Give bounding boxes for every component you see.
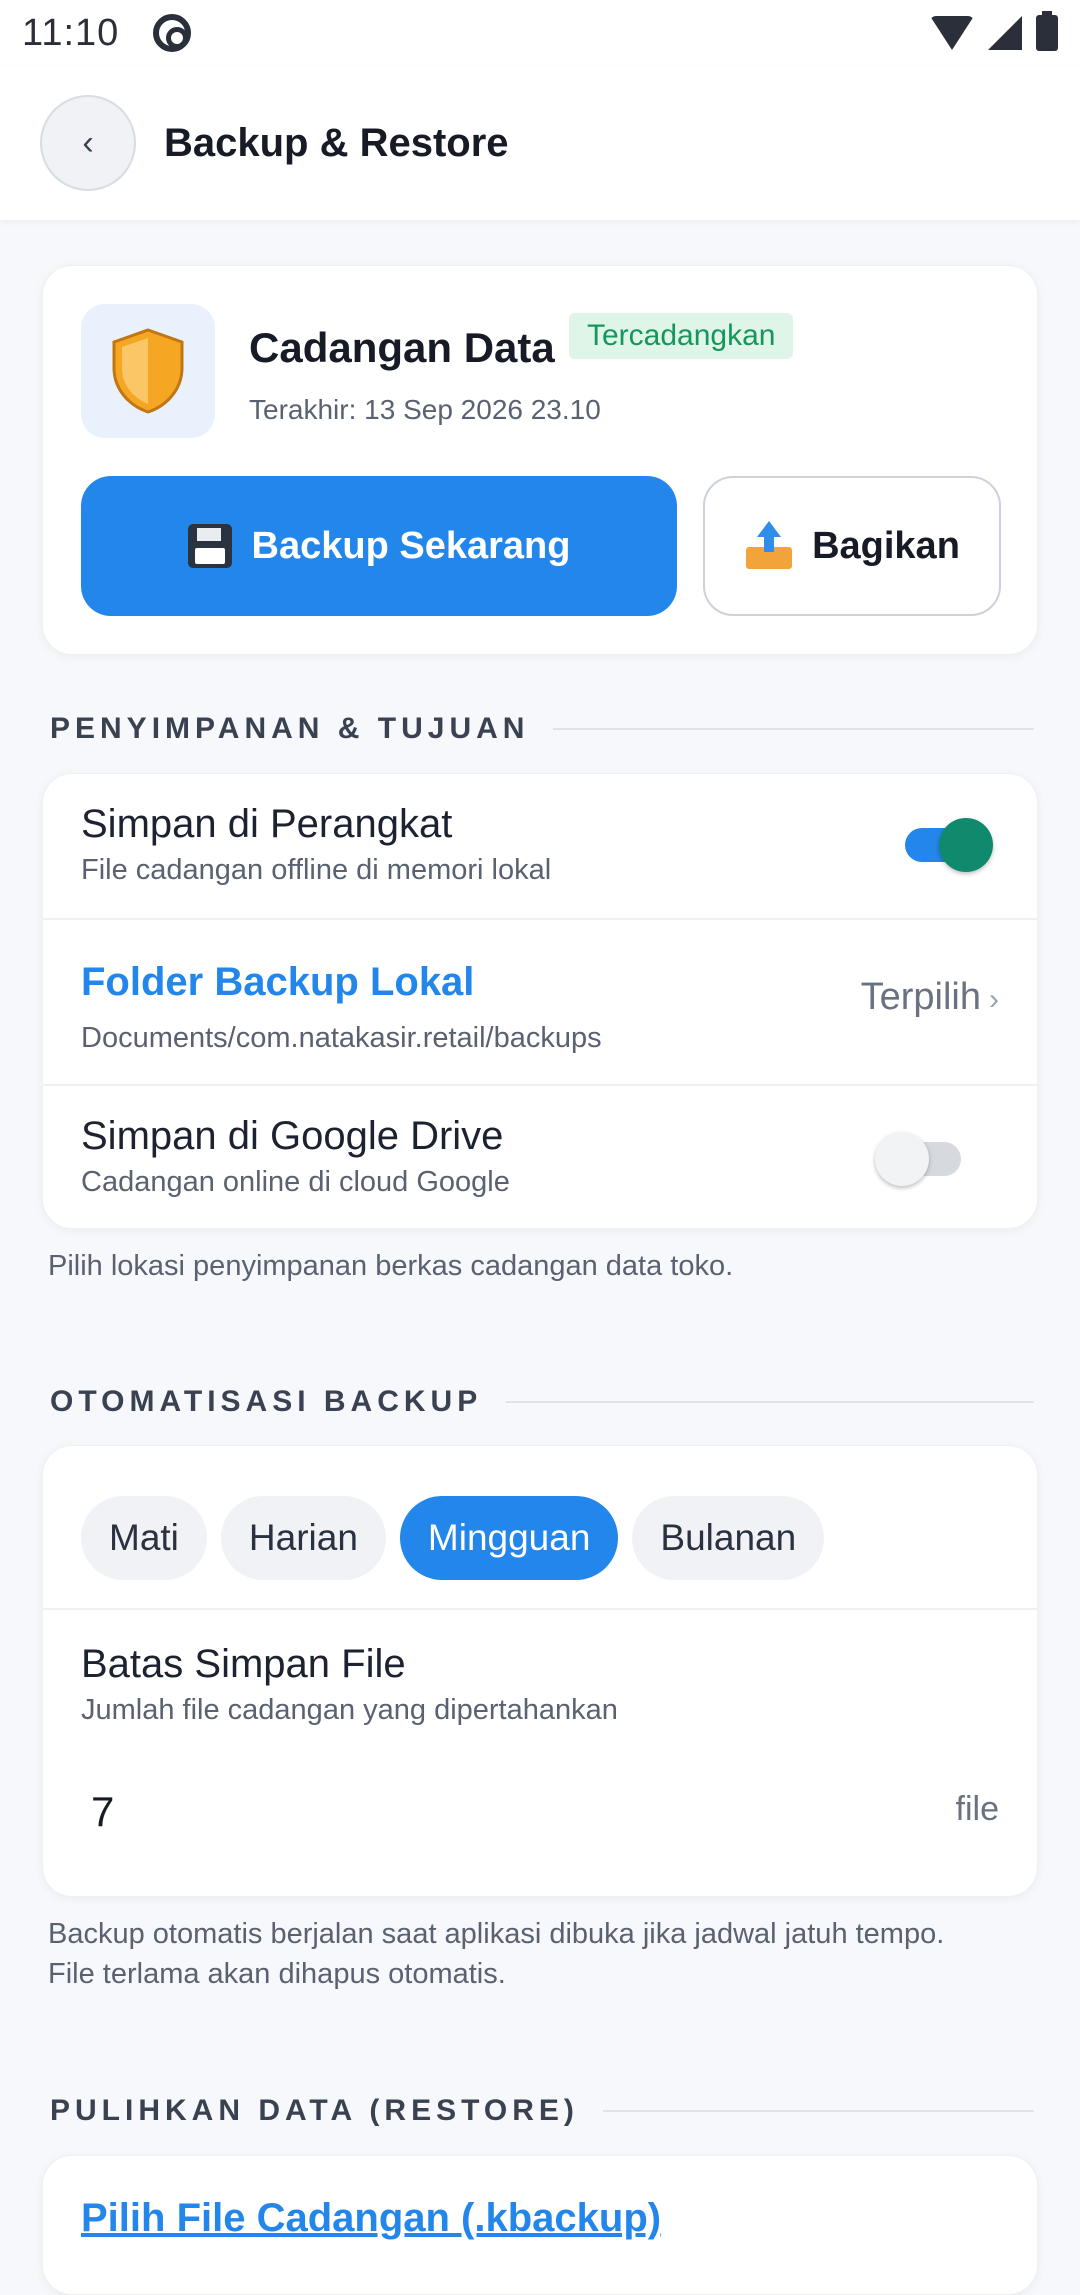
page-title: Backup & Restore [164, 120, 509, 165]
section-divider [602, 2110, 1034, 2112]
limit-row: Batas Simpan File Jumlah file cadangan y… [43, 1610, 1039, 1898]
section-header-restore: PULIHKAN DATA (RESTORE) [50, 2094, 1034, 2128]
setting-row-gdrive[interactable]: Simpan di Google Drive Cadangan online d… [43, 1086, 1039, 1230]
limit-label: Batas Simpan File [81, 1642, 406, 1686]
section-divider [553, 728, 1034, 730]
back-button[interactable]: ‹ [40, 95, 136, 191]
status-time: 11:10 [22, 11, 120, 54]
helper-line-2: File terlama akan dihapus otomatis. [48, 1958, 506, 1990]
folder-status: Terpilih [860, 976, 981, 1018]
folder-value: Terpilih › [861, 976, 999, 1019]
chip-off[interactable]: Mati [81, 1496, 207, 1580]
battery-icon [1036, 11, 1058, 51]
restore-card: Pilih File Cadangan (.kbackup) [42, 2155, 1038, 2295]
helper-line-1: Backup otomatis berjalan saat aplikasi d… [48, 1918, 945, 1950]
status-badge: Tercadangkan [569, 313, 794, 359]
automation-card: Mati Harian Mingguan Bulanan Batas Simpa… [42, 1445, 1039, 1898]
setting-row-folder[interactable]: Folder Backup Lokal Documents/com.nataka… [43, 920, 1039, 1084]
signal-icon [988, 16, 1022, 50]
chevron-left-icon: ‹ [82, 123, 94, 162]
shield-tile [81, 304, 215, 438]
chip-daily[interactable]: Harian [220, 1496, 386, 1580]
limit-description: Jumlah file cadangan yang dipertahankan [81, 1694, 618, 1726]
setting-description: Cadangan online di cloud Google [81, 1166, 510, 1198]
schedule-chips: Mati Harian Mingguan Bulanan [81, 1496, 825, 1580]
floppy-disk-icon [187, 524, 232, 568]
folder-path: Documents/com.natakasir.retail/backups [81, 1022, 602, 1054]
limit-unit: file [955, 1790, 999, 1828]
status-bar: 11:10 [0, 0, 1080, 66]
chip-weekly[interactable]: Mingguan [399, 1496, 619, 1580]
chip-monthly[interactable]: Bulanan [632, 1496, 825, 1580]
pick-backup-file-link[interactable]: Pilih File Cadangan (.kbackup) [81, 2196, 661, 2241]
setting-label: Simpan di Google Drive [81, 1114, 504, 1158]
section-divider [506, 1401, 1034, 1403]
section-header-automation: OTOMATISASI BACKUP [50, 1385, 1034, 1419]
backup-card: Cadangan Data Tercadangkan Terakhir: 13 … [42, 265, 1038, 655]
setting-row-device[interactable]: Simpan di Perangkat File cadangan offlin… [43, 774, 1039, 918]
last-backup-time: Terakhir: 13 Sep 2026 23.10 [249, 394, 601, 425]
setting-description: File cadangan offline di memori lokal [81, 854, 552, 886]
share-label: Bagikan [812, 524, 960, 567]
section-title: PULIHKAN DATA (RESTORE) [50, 2094, 579, 2127]
at-sign-icon [153, 14, 192, 52]
share-button[interactable]: Bagikan [703, 476, 1001, 616]
shield-icon [112, 328, 184, 414]
device-toggle[interactable] [899, 818, 993, 872]
backup-now-button[interactable]: Backup Sekarang [81, 476, 677, 616]
app-bar: ‹ Backup & Restore [0, 66, 1080, 220]
storage-helper-text: Pilih lokasi penyimpanan berkas cadangan… [48, 1250, 734, 1282]
gdrive-toggle[interactable] [875, 1132, 969, 1186]
wifi-icon [930, 16, 974, 50]
share-upload-icon [744, 521, 794, 571]
limit-input[interactable]: 7 [91, 1788, 114, 1836]
section-title: OTOMATISASI BACKUP [50, 1385, 483, 1418]
chevron-right-icon: › [989, 983, 999, 1016]
setting-label: Simpan di Perangkat [81, 802, 453, 846]
automation-helper-text: Backup otomatis berjalan saat aplikasi d… [48, 1914, 1038, 1994]
section-title: PENYIMPANAN & TUJUAN [50, 712, 530, 745]
backup-title: Cadangan Data [249, 324, 555, 371]
status-icons [930, 11, 1058, 51]
storage-card: Simpan di Perangkat File cadangan offlin… [42, 773, 1039, 1230]
section-header-storage: PENYIMPANAN & TUJUAN [50, 712, 1034, 746]
folder-label: Folder Backup Lokal [81, 960, 475, 1004]
backup-now-label: Backup Sekarang [251, 524, 571, 567]
